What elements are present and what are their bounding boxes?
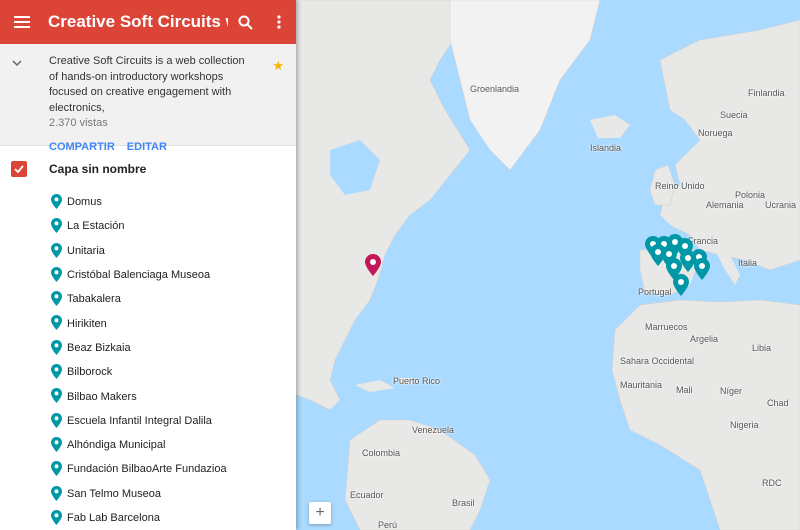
place-marker-icon [51, 364, 62, 380]
list-item[interactable]: Hirikiten [0, 311, 296, 335]
more-vert-icon [277, 15, 281, 29]
place-label: Bilborock [67, 366, 113, 379]
place-marker-icon [51, 485, 62, 501]
place-label: La Estación [67, 220, 125, 233]
map-label: Ecuador [350, 490, 384, 500]
place-label: Domus [67, 196, 102, 209]
map-label: Ucrania [765, 200, 797, 210]
map-label: Perú [378, 520, 398, 530]
list-item[interactable]: Cristóbal Balenciaga Museoa [0, 263, 296, 287]
place-label: San Telmo Museoa [67, 487, 161, 500]
list-item[interactable]: Fundación BilbaoArte Fundazioa [0, 457, 296, 481]
place-label: Tabakalera [67, 293, 121, 306]
list-item[interactable]: Alhóndiga Municipal [0, 433, 296, 457]
map-label: Chad [767, 398, 789, 408]
layer-name: Capa sin nombre [49, 162, 147, 176]
map-label: Mauritania [620, 380, 663, 390]
more-options-button[interactable] [262, 0, 296, 44]
place-marker-icon [51, 315, 62, 331]
list-item[interactable]: La Estación [0, 214, 296, 238]
map-pin-marker[interactable] [694, 258, 710, 280]
map-label: Reino Unido [655, 181, 705, 191]
view-count: 2.370 vistas [49, 117, 108, 129]
chevron-down-icon[interactable] [10, 56, 24, 70]
place-marker-icon [51, 194, 62, 209]
list-item[interactable]: Bilborock [0, 360, 296, 384]
place-label: Hirikiten [67, 317, 107, 330]
place-marker-icon [51, 218, 62, 234]
map-title: Creative Soft Circuits w... [48, 12, 228, 31]
place-marker-icon [51, 291, 62, 307]
map-label: Argelia [690, 334, 719, 344]
place-label: Bilbao Makers [67, 390, 137, 403]
side-panel: Creative Soft Circuits w... Creative Sof… [0, 0, 296, 530]
map-label: Alemania [706, 200, 744, 210]
list-item[interactable]: Tabakalera [0, 287, 296, 311]
hamburger-icon [14, 16, 30, 28]
search-button[interactable] [228, 0, 262, 44]
map-label: RDC [762, 478, 782, 488]
list-item[interactable]: Bilbao Makers [0, 384, 296, 408]
map-label: Libia [752, 343, 772, 353]
place-label: Beaz Bizkaia [67, 341, 131, 354]
list-item[interactable]: Fab Lab Barcelona [0, 506, 296, 530]
place-label: Cristóbal Balenciaga Museoa [67, 269, 211, 282]
map-label: Suecia [720, 110, 748, 120]
place-label: Fab Lab Barcelona [67, 512, 160, 524]
place-marker-icon [51, 461, 62, 477]
map-pin-marker[interactable] [673, 274, 689, 296]
place-label: Escuela Infantil Integral Dalila [67, 414, 212, 427]
layer-header: Capa sin nombre [0, 146, 296, 190]
map-label: Islandia [590, 143, 622, 153]
check-icon [14, 165, 24, 173]
star-icon[interactable]: ★ [272, 58, 284, 74]
map-pin-marker[interactable] [365, 254, 381, 276]
place-marker-icon [51, 242, 62, 258]
list-item[interactable]: Unitaria [0, 239, 296, 263]
places-list: Domus La Estación Unitaria Cristóbal Bal… [0, 190, 296, 530]
map-label: Brasil [452, 498, 475, 508]
map-description: Creative Soft Circuits is a web collecti… [49, 55, 245, 114]
map-label: Sahara Occidental [620, 356, 695, 366]
map-label: Níger [720, 386, 743, 396]
map-label: Italia [738, 258, 758, 268]
place-label: Fundación BilbaoArte Fundazioa [67, 463, 227, 476]
panel-header: Creative Soft Circuits w... [0, 0, 296, 44]
map-label: Venezuela [412, 425, 455, 435]
place-marker-icon [51, 412, 62, 428]
map-label: Finlandia [748, 88, 785, 98]
map-label: Colombia [362, 448, 401, 458]
place-label: Alhóndiga Municipal [67, 439, 166, 452]
layer-checkbox[interactable] [11, 161, 27, 177]
map-label: Mali [676, 385, 693, 395]
place-marker-icon [51, 266, 62, 282]
list-item[interactable]: Escuela Infantil Integral Dalila [0, 409, 296, 433]
map-label: Puerto Rico [393, 376, 441, 386]
list-item[interactable]: San Telmo Museoa [0, 482, 296, 506]
place-label: Unitaria [67, 244, 105, 257]
zoom-in-button[interactable]: + [309, 502, 331, 524]
map-label: Polonia [735, 190, 766, 200]
search-icon [238, 15, 253, 30]
place-marker-icon [51, 509, 62, 525]
place-marker-icon [51, 339, 62, 355]
place-marker-icon [51, 436, 62, 452]
map-label: Portugal [638, 287, 672, 297]
menu-button[interactable] [0, 0, 44, 44]
place-marker-icon [51, 388, 62, 404]
map-label: Groenlandia [470, 84, 520, 94]
map-description-section: Creative Soft Circuits is a web collecti… [0, 44, 296, 153]
map-label: Nigeria [730, 420, 759, 430]
map-label: Marruecos [645, 322, 688, 332]
map-label: Noruega [698, 128, 733, 138]
list-item[interactable]: Domus [0, 190, 296, 214]
list-item[interactable]: Beaz Bizkaia [0, 336, 296, 360]
